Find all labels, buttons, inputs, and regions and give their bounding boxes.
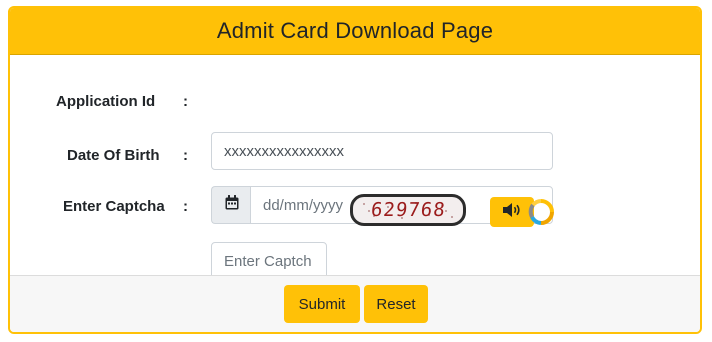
- captcha-code: 629768: [369, 199, 447, 221]
- calendar-icon: [225, 195, 239, 215]
- speaker-icon: [502, 202, 522, 223]
- captcha-colon: :: [183, 198, 188, 215]
- reset-button[interactable]: Reset: [364, 285, 428, 323]
- dob-calendar-addon[interactable]: [211, 186, 251, 224]
- admit-card-panel: Admit Card Download Page Application Id …: [8, 6, 702, 334]
- application-id-label: Application Id: [56, 93, 156, 110]
- form-body: Application Id : Date Of Birth : Enter C…: [10, 55, 700, 281]
- card-header: Admit Card Download Page: [10, 8, 700, 55]
- dob-colon: :: [183, 147, 188, 164]
- captcha-label: Enter Captcha: [63, 198, 165, 215]
- card-footer: Submit Reset: [10, 275, 700, 332]
- refresh-icon: [527, 199, 555, 230]
- page-title: Admit Card Download Page: [216, 18, 494, 43]
- application-id-colon: :: [183, 93, 188, 110]
- application-id-input[interactable]: [211, 132, 553, 170]
- captcha-image: 629768: [350, 194, 466, 226]
- captcha-refresh-button[interactable]: [527, 198, 554, 225]
- dob-label: Date Of Birth: [67, 147, 160, 164]
- submit-button[interactable]: Submit: [284, 285, 360, 323]
